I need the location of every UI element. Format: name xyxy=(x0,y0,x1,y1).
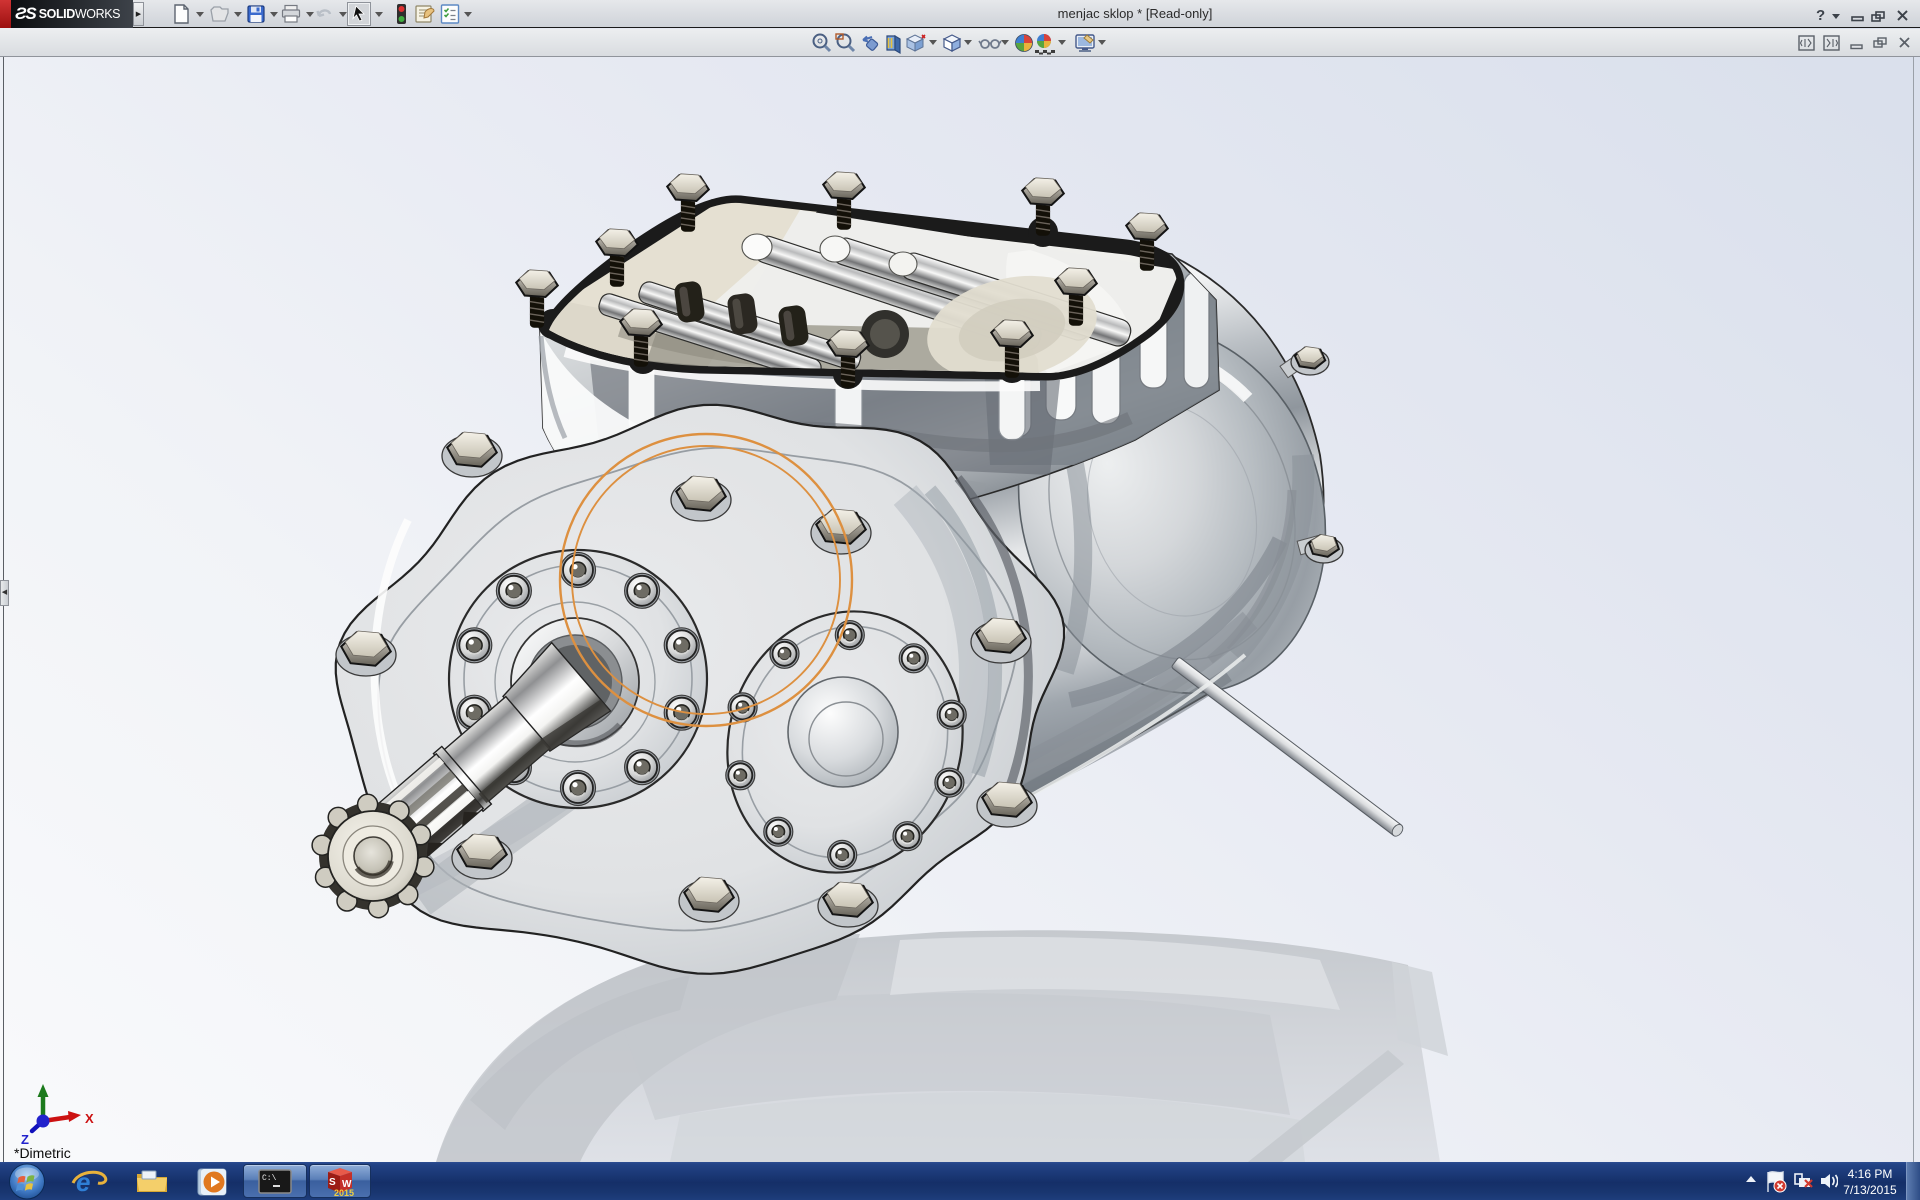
svg-text:X: X xyxy=(85,1111,94,1126)
svg-text:2015: 2015 xyxy=(334,1188,354,1197)
svg-text:*Dimetric: *Dimetric xyxy=(14,1145,71,1161)
svg-text:C:\: C:\ xyxy=(262,1174,277,1183)
svg-text:S: S xyxy=(329,1177,336,1188)
svg-text:?: ? xyxy=(1816,7,1825,24)
